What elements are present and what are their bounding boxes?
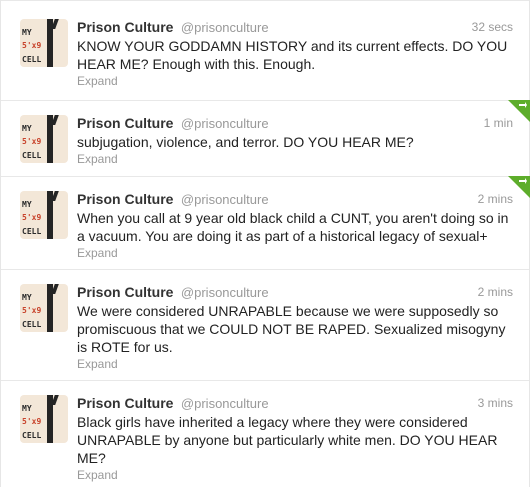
avatar-text-line-1: MY	[22, 200, 32, 209]
tweet-timestamp[interactable]: 3 mins	[478, 393, 513, 413]
avatar-text-line-2: 5'x9	[22, 213, 42, 222]
tweet-text: subjugation, violence, and terror. DO YO…	[77, 134, 414, 150]
avatar-text-line-2: 5'x9	[22, 417, 42, 426]
expand-link[interactable]: Expand	[77, 357, 513, 372]
tweet-item[interactable]: MY 5'x9 CELL Prison Culture @prisoncultu…	[1, 381, 529, 487]
tweet-username[interactable]: @prisonculture	[181, 396, 269, 411]
tweet-username[interactable]: @prisonculture	[181, 285, 269, 300]
avatar-text-line-2: 5'x9	[22, 41, 42, 50]
tweet-fullname[interactable]: Prison Culture	[77, 395, 173, 411]
expand-link[interactable]: Expand	[77, 74, 513, 89]
expand-link[interactable]: Expand	[77, 152, 513, 167]
tweet-fullname[interactable]: Prison Culture	[77, 115, 173, 131]
avatar-text-line-2: 5'x9	[22, 137, 42, 146]
tweet-fullname[interactable]: Prison Culture	[77, 19, 173, 35]
avatar-text-line-3: CELL	[22, 227, 42, 236]
avatar-text-line-2: 5'x9	[22, 306, 42, 315]
avatar-text-line-1: MY	[22, 28, 32, 37]
tweet-item[interactable]: MY 5'x9 CELL Prison Culture @prisoncultu…	[1, 100, 530, 177]
expand-link[interactable]: Expand	[77, 246, 513, 261]
tweet-item[interactable]: MY 5'x9 CELL Prison Culture @prisoncultu…	[1, 0, 529, 101]
avatar-text-line-1: MY	[22, 124, 32, 133]
tweet-text: KNOW YOUR GODDAMN HISTORY and its curren…	[77, 38, 508, 72]
tweet-username[interactable]: @prisonculture	[181, 20, 269, 35]
avatar[interactable]: MY 5'x9 CELL	[20, 395, 68, 443]
tweet-username[interactable]: @prisonculture	[181, 192, 269, 207]
tweet-fullname[interactable]: Prison Culture	[77, 191, 173, 207]
tweet-timestamp[interactable]: 32 secs	[472, 17, 513, 37]
avatar[interactable]: MY 5'x9 CELL	[20, 284, 68, 332]
tweet-text: Black girls have inherited a legacy wher…	[77, 414, 498, 466]
avatar-text-line-3: CELL	[22, 55, 42, 64]
avatar[interactable]: MY 5'x9 CELL	[20, 19, 68, 67]
tweet-item[interactable]: MY 5'x9 CELL Prison Culture @prisoncultu…	[1, 270, 529, 381]
avatar[interactable]: MY 5'x9 CELL	[20, 115, 68, 163]
tweet-text: We were considered UNRAPABLE because we …	[77, 303, 506, 355]
avatar-text-line-1: MY	[22, 293, 32, 302]
tweet-item[interactable]: MY 5'x9 CELL Prison Culture @prisoncultu…	[1, 176, 530, 270]
avatar[interactable]: MY 5'x9 CELL	[20, 191, 68, 239]
expand-link[interactable]: Expand	[77, 468, 513, 483]
tweet-timestamp[interactable]: 2 mins	[478, 282, 513, 302]
avatar-text-line-3: CELL	[22, 151, 42, 160]
retweet-corner-icon	[508, 100, 530, 122]
tweet-timeline: MY 5'x9 CELL Prison Culture @prisoncultu…	[0, 0, 530, 487]
tweet-text: When you call at 9 year old black child …	[77, 210, 509, 244]
tweet-fullname[interactable]: Prison Culture	[77, 284, 173, 300]
avatar-text-line-1: MY	[22, 404, 32, 413]
retweet-corner-icon	[508, 176, 530, 198]
avatar-text-line-3: CELL	[22, 431, 42, 440]
avatar-text-line-3: CELL	[22, 320, 42, 329]
tweet-username[interactable]: @prisonculture	[181, 116, 269, 131]
